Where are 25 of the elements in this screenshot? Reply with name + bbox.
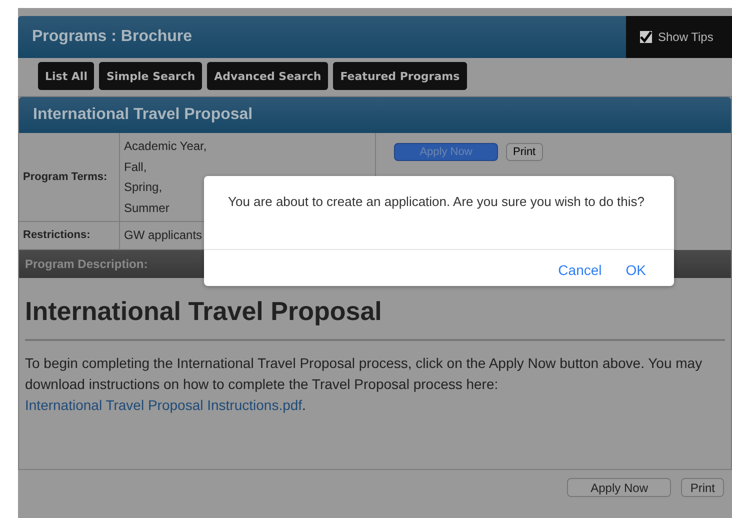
field-label: Program Terms: xyxy=(19,133,120,221)
show-tips-checkbox[interactable] xyxy=(640,31,652,43)
description-label: Program Description: xyxy=(25,256,148,270)
page-title: Programs : Brochure xyxy=(32,28,194,46)
nav-button[interactable]: Featured Programs xyxy=(333,62,467,90)
field-value: Fall, xyxy=(124,158,148,176)
nav-button[interactable]: Advanced Search xyxy=(207,62,328,90)
print-button[interactable]: Print xyxy=(681,478,724,497)
nav-button[interactable]: Simple Search xyxy=(99,62,202,90)
field-value: GW applicants xyxy=(124,227,202,244)
show-tips-label: Show Tips xyxy=(658,30,714,44)
dialog-button[interactable]: OK xyxy=(626,262,646,278)
description-text: To begin completing the International Travel Proposal process, click on the Apply Now button above. You may download instructions on how to complete the Travel Proposal process here: International Travel Proposal Instructions.pdf. xyxy=(25,354,704,415)
program-title: International Travel Proposal xyxy=(33,106,253,124)
instructions-link[interactable]: International Travel Proposal Instructions.pdf xyxy=(25,396,302,412)
field-value: Spring, xyxy=(124,179,164,196)
program-heading: International Travel Proposal xyxy=(25,296,383,326)
dialog-message: You are about to create an application. Are you sure you wish to do this? xyxy=(204,176,674,250)
dialog-button[interactable]: Cancel xyxy=(558,262,602,278)
print-button[interactable]: Print xyxy=(506,143,543,161)
field-value: Summer xyxy=(124,200,170,216)
nav-button[interactable]: List All xyxy=(38,62,94,90)
field-value: Academic Year, xyxy=(124,138,207,155)
apply-now-button[interactable]: Apply Now xyxy=(567,478,672,497)
field-label: Restrictions: xyxy=(19,222,120,248)
